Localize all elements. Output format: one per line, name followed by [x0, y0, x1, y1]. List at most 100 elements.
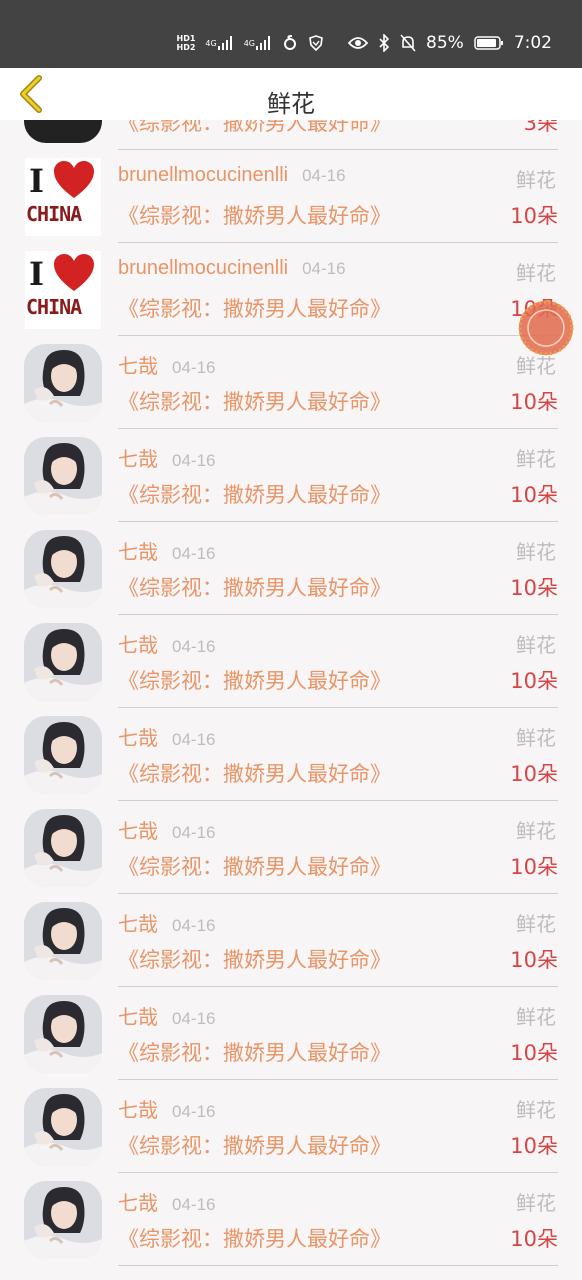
battery-percent: 85% [426, 33, 464, 53]
avatar [24, 120, 102, 143]
list-item[interactable]: I CHINA brunellmocucinenlli 04-16 鲜花 《综影视：撒娇男… [0, 243, 582, 336]
list-item[interactable]: 七哉 04-16 鲜花 《综影视：撒娇男人最好命》 10朵 [0, 615, 582, 708]
sender-name[interactable]: 七哉 04-16 [118, 1001, 215, 1030]
list-item[interactable]: 七哉 04-16 鲜花 《综影视：撒娇男人最好命》 10朵 [0, 1080, 582, 1173]
gift-date: 04-16 [172, 451, 216, 470]
floating-timer-button[interactable] [516, 298, 576, 358]
list-item[interactable]: 七哉 04-16 鲜花 《综影视：撒娇男人最好命》 10朵 [0, 336, 582, 429]
avatar-portrait[interactable] [24, 995, 102, 1073]
avatar-portrait[interactable] [24, 344, 102, 422]
letter-i: I [29, 255, 44, 293]
gift-type: 鲜花 [516, 447, 556, 471]
sender-name-text: 七哉 [118, 914, 158, 936]
avatar-portrait[interactable] [24, 530, 102, 608]
gift-date: 04-16 [172, 637, 216, 656]
flower-count: 10朵 [510, 204, 558, 228]
heart-icon [54, 161, 94, 198]
book-title: 《综影视：撒娇男人最好命》 [118, 120, 391, 135]
flower-count: 10朵 [510, 390, 558, 414]
avatar-portrait[interactable] [24, 902, 102, 980]
sender-name[interactable]: brunellmocucinenlli 04-16 [118, 164, 346, 187]
gift-date: 04-16 [302, 259, 346, 278]
gift-type: 鲜花 [516, 1005, 556, 1029]
divider [118, 1265, 558, 1266]
sender-name[interactable]: 七哉 04-16 [118, 350, 215, 379]
flower-count: 10朵 [510, 483, 558, 507]
avatar-portrait[interactable] [24, 1088, 102, 1166]
book-title[interactable]: 《综影视：撒娇男人最好命》 [118, 1223, 391, 1253]
gift-type: 鲜花 [516, 540, 556, 564]
status-bar: HD1 HD2 4G 4G 85% 7:02 [0, 0, 582, 68]
book-title[interactable]: 《综影视：撒娇男人最好命》 [118, 851, 391, 881]
page-title: 鲜花 [267, 90, 315, 118]
sender-name-text: 七哉 [118, 356, 158, 378]
list-item[interactable]: 七哉 04-16 鲜花《综影视：撒娇男人最好命》 10朵 [0, 429, 582, 522]
sender-name[interactable]: 七哉 04-16 [118, 1094, 215, 1123]
sender-name-text: 七哉 [118, 821, 158, 843]
list-item[interactable]: 七哉 04-16 鲜花 《综影视：撒娇男人最好命》 10朵 [0, 987, 582, 1080]
book-title[interactable]: 《综影视：撒娇男人最好命》 [118, 572, 391, 602]
sender-name[interactable]: 七哉 04-16 [118, 1187, 215, 1216]
gift-date: 04-16 [172, 823, 216, 842]
portrait-image [24, 1181, 102, 1259]
avatar-portrait[interactable] [24, 623, 102, 701]
sender-name[interactable]: 七哉 04-16 [118, 722, 215, 751]
list-item[interactable]: I CHINA brunellmocucinenlli 04-16 鲜花《综影视：撒娇男… [0, 150, 582, 243]
avatar-portrait[interactable] [24, 716, 102, 794]
book-title[interactable]: 《综影视：撒娇男人最好命》 [118, 665, 391, 695]
portrait-image [24, 530, 102, 608]
book-title[interactable]: 《综影视：撒娇男人最好命》 [118, 386, 391, 416]
flower-count: 10朵 [510, 576, 558, 600]
book-title[interactable]: 《综影视：撒娇男人最好命》 [118, 944, 391, 974]
avatar-i-love-china[interactable]: I CHINA [25, 251, 101, 329]
book-title[interactable]: 《综影视：撒娇男人最好命》 [118, 1130, 391, 1160]
progress-ring-icon [518, 300, 574, 356]
list-item[interactable]: 七哉 04-16 鲜花《综影视：撒娇男人最好命》 10朵 [0, 801, 582, 894]
book-title[interactable]: 《综影视：撒娇男人最好命》 [118, 479, 391, 509]
gift-type: 鲜花 [516, 726, 556, 750]
book-title[interactable]: 《综影视：撒娇男人最好命》 [118, 1037, 391, 1067]
sender-name[interactable]: 七哉 04-16 [118, 629, 215, 658]
list-item[interactable]: 七哉 04-16 鲜花 《综影视：撒娇男人最好命》 10朵 [0, 894, 582, 987]
china-text: CHINA [26, 295, 82, 319]
gift-type: 鲜花 [516, 168, 556, 192]
sender-name[interactable]: 七哉 04-16 [118, 908, 215, 937]
book-title[interactable]: 《综影视：撒娇男人最好命》 [118, 200, 391, 230]
book-title[interactable]: 《综影视：撒娇男人最好命》 [118, 293, 391, 323]
flower-count: 10朵 [510, 855, 558, 879]
sender-name-text: 七哉 [118, 1100, 158, 1122]
flower-count: 10朵 [510, 762, 558, 786]
sender-name-text: 七哉 [118, 635, 158, 657]
portrait-image [24, 716, 102, 794]
avatar-portrait[interactable] [24, 809, 102, 887]
signal-2-icon: 4G [244, 36, 272, 50]
mute-bell-icon [400, 34, 416, 52]
avatar-portrait[interactable] [24, 1181, 102, 1259]
bluetooth-icon [378, 34, 390, 52]
list-item-partial[interactable]: 《综影视：撒娇男人最好命》 3朵 [0, 120, 582, 150]
gift-date: 04-16 [302, 166, 346, 185]
avatar-i-love-china[interactable]: I CHINA [25, 158, 101, 236]
flower-count: 10朵 [510, 1227, 558, 1251]
battery-icon [474, 35, 504, 51]
gift-date: 04-16 [172, 730, 216, 749]
gift-type: 鲜花 [516, 1191, 556, 1215]
signal-icon: 4G [205, 36, 233, 50]
flower-count: 10朵 [510, 669, 558, 693]
sender-name[interactable]: 七哉 04-16 [118, 815, 215, 844]
avatar-portrait[interactable] [24, 437, 102, 515]
list-item[interactable]: 七哉 04-16 鲜花《综影视：撒娇男人最好命》 10朵 [0, 1173, 582, 1266]
sender-name-text: 七哉 [118, 449, 158, 471]
status-icons: HD1 HD2 4G 4G 85% 7:02 [177, 30, 552, 56]
gift-type: 鲜花 [516, 819, 556, 843]
list-item[interactable]: 七哉 04-16 鲜花《综影视：撒娇男人最好命》 10朵 [0, 522, 582, 615]
sender-name-text: brunellmocucinenlli [118, 257, 289, 279]
gift-type: 鲜花 [516, 912, 556, 936]
sender-name[interactable]: 七哉 04-16 [118, 536, 215, 565]
portrait-image [24, 1088, 102, 1166]
sender-name[interactable]: 七哉 04-16 [118, 443, 215, 472]
book-title[interactable]: 《综影视：撒娇男人最好命》 [118, 758, 391, 788]
list-item[interactable]: 七哉 04-16 鲜花《综影视：撒娇男人最好命》 10朵 [0, 708, 582, 801]
flower-count: 10朵 [510, 1134, 558, 1158]
sender-name[interactable]: brunellmocucinenlli 04-16 [118, 257, 346, 280]
